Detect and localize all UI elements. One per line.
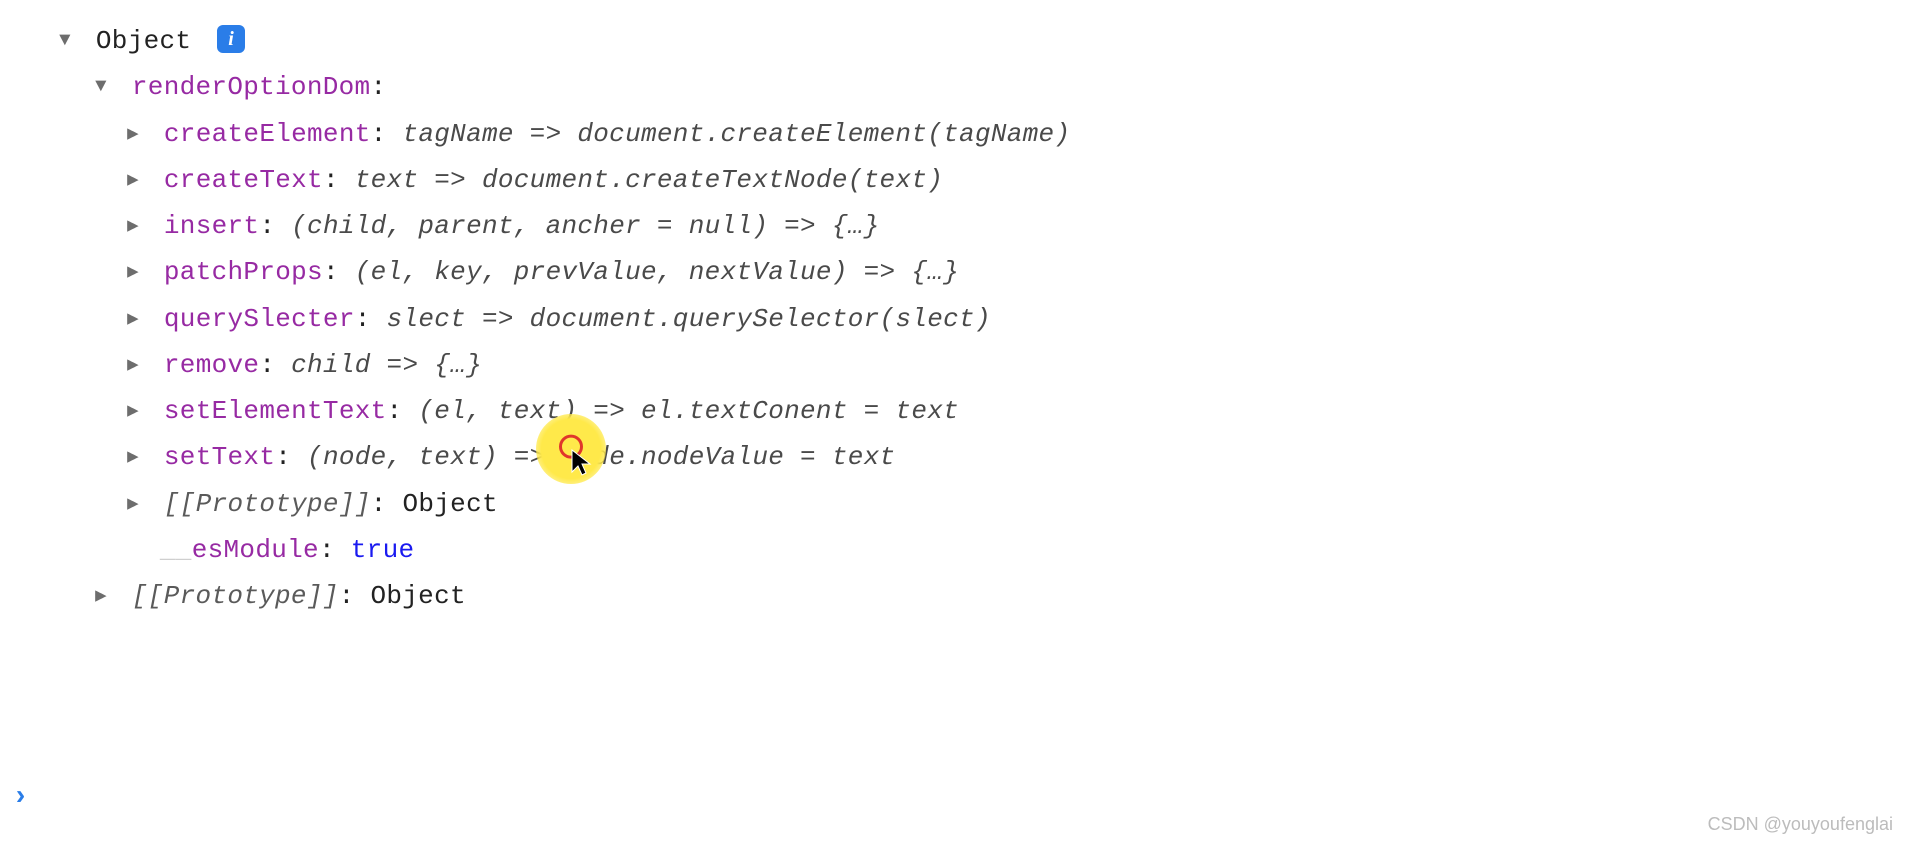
tree-row-patchProps[interactable]: patchProps: (el, key, prevValue, nextVal… xyxy=(122,249,1905,295)
property-value: Object xyxy=(370,581,465,611)
property-value: (el, text) => el.textConent = text xyxy=(418,396,959,426)
property-name: patchProps xyxy=(164,257,323,287)
expand-toggle[interactable] xyxy=(122,118,144,152)
info-icon[interactable]: i xyxy=(217,25,245,53)
tree-row-remove[interactable]: remove: child => {…} xyxy=(122,342,1905,388)
expand-toggle[interactable] xyxy=(90,70,112,104)
tree-row-inner-prototype[interactable]: [[Prototype]]: Object xyxy=(122,481,1905,527)
prompt-glyph: › xyxy=(12,782,29,813)
expand-toggle[interactable] xyxy=(90,580,112,614)
property-value: true xyxy=(351,535,415,565)
property-name: setText xyxy=(164,442,275,472)
property-name: [[Prototype]] xyxy=(164,489,371,519)
property-name: createText xyxy=(164,165,323,195)
property-name: esModule xyxy=(192,535,319,565)
watermark-text: CSDN @youyoufenglai xyxy=(1708,814,1893,835)
tree-row-createElement[interactable]: createElement: tagName => document.creat… xyxy=(122,111,1905,157)
property-value: slect => document.querySelector(slect) xyxy=(387,304,991,334)
property-name: insert xyxy=(164,211,259,241)
property-name: renderOptionDom xyxy=(132,72,371,102)
tree-row-renderOptionDom[interactable]: renderOptionDom: xyxy=(90,64,1905,110)
property-value: (node, text) => node.nodeValue = text xyxy=(307,442,895,472)
tree-row-createText[interactable]: createText: text => document.createTextN… xyxy=(122,157,1905,203)
expand-toggle[interactable] xyxy=(122,210,144,244)
expand-toggle[interactable] xyxy=(122,164,144,198)
expand-toggle[interactable] xyxy=(122,441,144,475)
property-name: [[Prototype]] xyxy=(132,581,339,611)
expand-toggle[interactable] xyxy=(122,256,144,290)
tree-row-outer-prototype[interactable]: [[Prototype]]: Object xyxy=(90,573,1905,619)
property-name: setElementText xyxy=(164,396,387,426)
tree-row-esModule[interactable]: __esModule: true xyxy=(122,527,1905,573)
property-name: remove xyxy=(164,350,259,380)
console-object-tree: Object i renderOptionDom: createElement:… xyxy=(0,0,1905,619)
tree-row-querySlecter[interactable]: querySlecter: slect => document.querySel… xyxy=(122,296,1905,342)
tree-row-insert[interactable]: insert: (child, parent, ancher = null) =… xyxy=(122,203,1905,249)
console-prompt-chevron-icon[interactable]: › xyxy=(12,782,29,813)
property-name: querySlecter xyxy=(164,304,355,334)
tree-row-setText[interactable]: setText: (node, text) => node.nodeValue … xyxy=(122,434,1905,480)
property-value: text => document.createTextNode(text) xyxy=(355,165,943,195)
property-value: (el, key, prevValue, nextValue) => {…} xyxy=(355,257,959,287)
property-name: createElement xyxy=(164,119,371,149)
colon: : xyxy=(370,72,386,102)
expand-toggle[interactable] xyxy=(122,395,144,429)
expand-toggle[interactable] xyxy=(122,303,144,337)
property-value: Object xyxy=(402,489,497,519)
underscore-prefix: __ xyxy=(160,535,192,565)
tree-row-setElementText[interactable]: setElementText: (el, text) => el.textCon… xyxy=(122,388,1905,434)
tree-row-root[interactable]: Object i xyxy=(54,18,1905,64)
property-value: child => {…} xyxy=(291,350,482,380)
expand-toggle[interactable] xyxy=(54,24,76,58)
expand-toggle[interactable] xyxy=(122,488,144,522)
property-value: (child, parent, ancher = null) => {…} xyxy=(291,211,879,241)
property-value: tagName => document.createElement(tagNam… xyxy=(402,119,1070,149)
object-label: Object xyxy=(96,26,191,56)
expand-toggle[interactable] xyxy=(122,349,144,383)
